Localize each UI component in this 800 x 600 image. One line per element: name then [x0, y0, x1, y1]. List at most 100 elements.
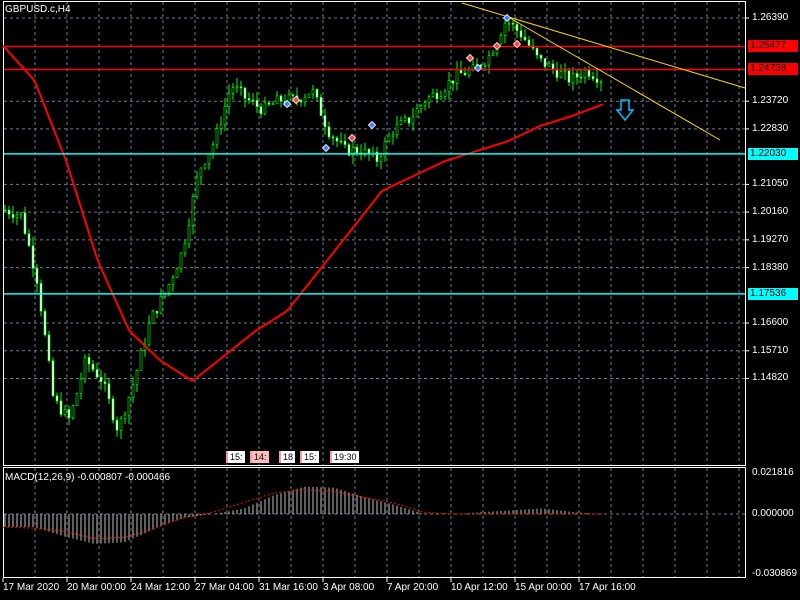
time-axis-label: 20 Mar 00:00 — [67, 582, 126, 593]
candle-body — [499, 35, 503, 45]
candle-body — [339, 140, 343, 143]
macd-pane-frame — [3, 467, 746, 578]
candle-body — [259, 106, 263, 115]
candle-body — [415, 108, 419, 118]
price-axis-label: 1.21050 — [752, 178, 789, 190]
candle-body — [567, 70, 571, 83]
candle-body — [335, 137, 339, 142]
trendline — [509, 17, 721, 141]
time-marker-box: 18 — [279, 451, 296, 463]
signal-marker-icon — [347, 133, 357, 143]
candle-body — [271, 103, 275, 106]
candle-body — [115, 419, 119, 431]
candle-body — [391, 134, 395, 137]
candle-body — [515, 24, 519, 31]
mt4-chart-window[interactable]: GBPUSD.c,H4 MACD(12,26,9) -0.000807 -0.0… — [0, 0, 800, 600]
time-axis-label: 3 Apr 08:00 — [323, 582, 375, 593]
candle-body — [171, 277, 175, 285]
candle-body — [527, 39, 531, 46]
time-axis-label: 31 Mar 16:00 — [259, 582, 318, 593]
candle-body — [203, 163, 207, 169]
candle-body — [147, 323, 151, 345]
candle-body — [135, 370, 139, 385]
candle-body — [3, 209, 7, 212]
candle-body — [387, 135, 391, 143]
candle-body — [39, 283, 43, 312]
candle-body — [315, 88, 319, 98]
candle-body — [291, 94, 295, 97]
candle-body — [35, 267, 39, 284]
candle-body — [411, 116, 415, 124]
candle-body — [443, 91, 447, 97]
signal-marker-icon — [367, 120, 377, 130]
candle-body — [327, 126, 331, 138]
candle-body — [583, 69, 587, 79]
candle-body — [451, 80, 455, 84]
signal-marker-icon — [291, 95, 301, 105]
candle-body — [559, 71, 563, 78]
candle-body — [183, 243, 187, 254]
macd-axis-zero: 0.000000 — [752, 508, 794, 519]
candle-body — [587, 69, 591, 77]
candle-body — [211, 144, 215, 155]
candle-body — [123, 414, 127, 419]
candle-body — [127, 396, 131, 416]
candle-body — [579, 76, 583, 79]
candle-body — [231, 87, 235, 94]
macd-axis-max: 0.021816 — [752, 467, 794, 478]
candle-body — [195, 176, 199, 197]
price-axis-label: 1.20160 — [752, 206, 789, 218]
candle-body — [307, 93, 311, 98]
candle-body — [479, 64, 483, 67]
price-axis-label: 1.18380 — [752, 261, 789, 273]
candle-body — [179, 252, 183, 270]
candle-body — [403, 117, 407, 121]
candle-body — [439, 96, 443, 100]
candle-body — [87, 357, 91, 365]
time-axis-label: 24 Mar 12:00 — [131, 582, 190, 593]
candle-body — [319, 96, 323, 116]
candle-body — [47, 334, 51, 361]
candle-body — [107, 383, 111, 400]
candle-body — [547, 63, 551, 68]
sell-arrow-icon — [615, 99, 635, 122]
candle-body — [187, 225, 191, 245]
candle-body — [311, 88, 315, 95]
candle-body — [395, 124, 399, 135]
candle-body — [111, 398, 115, 421]
candle-body — [131, 384, 135, 398]
price-chart[interactable] — [0, 0, 800, 600]
candle-body — [243, 87, 247, 99]
candle-body — [31, 245, 35, 269]
candle-body — [79, 378, 83, 394]
candle-body — [575, 73, 579, 78]
price-axis-label: 1.14820 — [752, 372, 789, 384]
candle-body — [431, 92, 435, 98]
candle-body — [555, 68, 559, 78]
candle-body — [419, 105, 423, 109]
candle-body — [119, 418, 123, 431]
candle-body — [551, 63, 555, 70]
candle-body — [251, 99, 255, 102]
candle-body — [19, 212, 23, 216]
price-axis-label: 1.23720 — [752, 95, 789, 107]
candle-body — [51, 360, 55, 397]
candle-body — [427, 96, 431, 103]
candle-body — [399, 120, 403, 125]
trendline — [461, 2, 746, 89]
candle-body — [159, 295, 163, 314]
candle-body — [11, 214, 15, 218]
candle-body — [535, 48, 539, 56]
candle-body — [523, 36, 527, 41]
candle-body — [299, 100, 303, 103]
candle-body — [331, 136, 335, 139]
candle-body — [167, 283, 171, 294]
candle-body — [507, 22, 511, 25]
candle-body — [83, 357, 87, 380]
hline-price-tag: 1.22030 — [748, 147, 798, 160]
candle-body — [275, 95, 279, 105]
candle-body — [571, 73, 575, 83]
candle-body — [227, 92, 231, 107]
candle-body — [23, 212, 27, 234]
candle-body — [503, 22, 507, 36]
